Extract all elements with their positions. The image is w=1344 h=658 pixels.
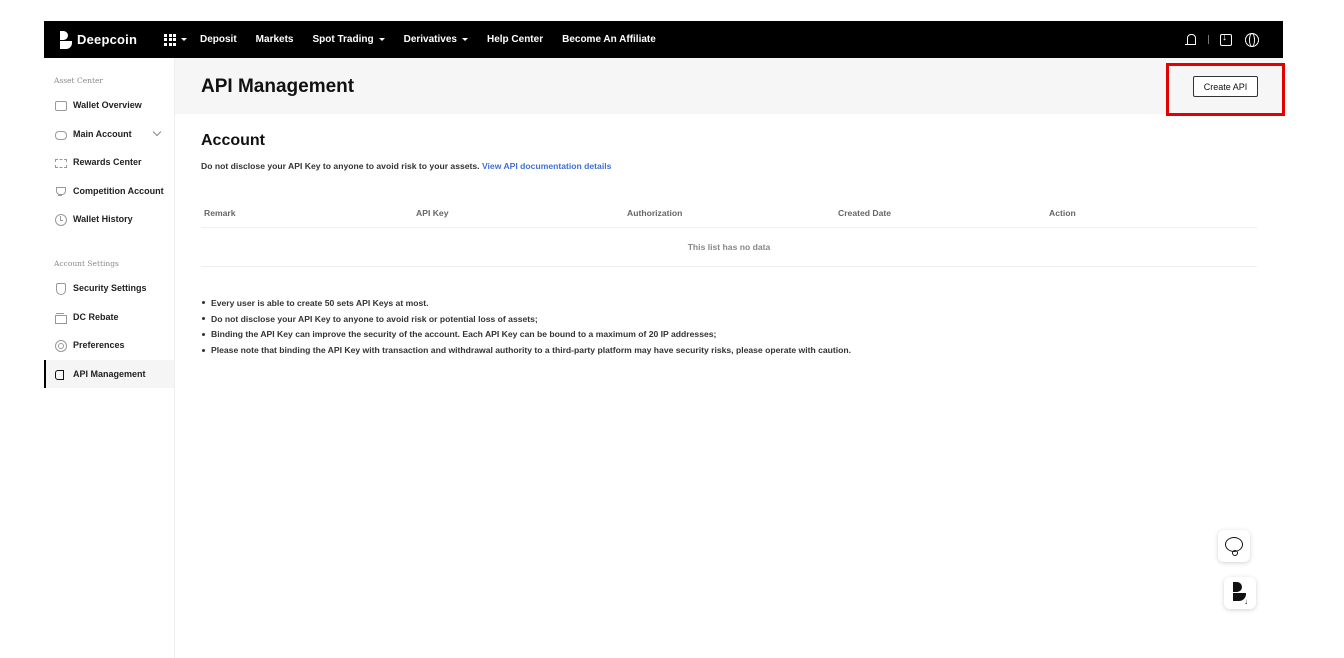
- clock-icon: [55, 213, 67, 226]
- warning-text: Do not disclose your API Key to anyone t…: [201, 161, 611, 171]
- page-title: API Management: [201, 76, 355, 97]
- notes-list: Every user is able to create 50 sets API…: [202, 295, 851, 358]
- customer-support-icon[interactable]: [1218, 530, 1250, 562]
- sidebar-item-dc-rebate[interactable]: DC Rebate: [44, 303, 174, 331]
- chevron-down-icon[interactable]: [152, 127, 162, 137]
- sidebar-item-wallet-history[interactable]: Wallet History: [44, 205, 174, 233]
- nav-derivatives-label: Derivatives: [403, 34, 457, 45]
- nav-help-center-label: Help Center: [486, 34, 544, 45]
- caret-down-icon: [378, 38, 385, 41]
- nav-spot-trading-label: Spot Trading: [312, 34, 374, 45]
- brand-name: Deepcoin: [77, 32, 138, 47]
- sidebar-item-label: Security Settings: [73, 283, 147, 293]
- caret-down-icon: [181, 38, 187, 41]
- bullet-icon: [202, 348, 205, 352]
- warning-message: Do not disclose your API Key to anyone t…: [201, 161, 480, 171]
- caret-down-icon: [461, 38, 468, 41]
- sidebar-item-label: API Management: [73, 369, 146, 379]
- create-api-button[interactable]: Create API: [1193, 76, 1258, 97]
- sidebar-item-label: Wallet History: [73, 214, 133, 224]
- list-item: Binding the API Key can improve the secu…: [202, 327, 851, 343]
- ticket-icon: [55, 157, 67, 168]
- sidebar-item-security-settings[interactable]: Security Settings: [44, 274, 174, 302]
- grid-icon: [164, 33, 176, 46]
- sidebar-item-label: Competition Account: [73, 186, 164, 196]
- column-api-key: API Key: [416, 208, 449, 218]
- divider: [1208, 35, 1209, 44]
- sidebar-item-label: DC Rebate: [73, 312, 119, 322]
- sidebar-section-account-settings: Account Settings: [54, 259, 119, 268]
- sidebar-item-label: Preferences: [73, 340, 125, 350]
- api-icon: [55, 369, 66, 380]
- sidebar-section-asset-center: Asset Center: [54, 76, 103, 85]
- sidebar-item-main-account[interactable]: Main Account: [44, 120, 174, 148]
- nav-markets-label: Markets: [255, 34, 294, 45]
- deepcoin-logo-icon: [60, 30, 72, 49]
- arrow-down-icon: ↓: [1244, 597, 1248, 606]
- bullet-icon: [202, 332, 205, 336]
- top-right-actions: [1184, 21, 1259, 58]
- nav-become-affiliate-label: Become An Affiliate: [562, 34, 656, 45]
- sidebar-item-api-management[interactable]: API Management: [44, 360, 174, 388]
- section-title: Account: [201, 132, 265, 149]
- user-icon[interactable]: [1184, 33, 1198, 47]
- gear-icon: [55, 339, 67, 352]
- sidebar-item-preferences[interactable]: Preferences: [44, 331, 174, 359]
- column-authorization: Authorization: [627, 208, 683, 218]
- list-item: Please note that binding the API Key wit…: [202, 342, 851, 358]
- sidebar-item-label: Wallet Overview: [73, 100, 142, 110]
- bullet-icon: [202, 301, 205, 305]
- sidebar-item-label: Rewards Center: [73, 157, 142, 167]
- column-remark: Remark: [204, 208, 236, 218]
- nav-spot-trading[interactable]: Spot Trading: [312, 34, 385, 45]
- deepcoin-logo[interactable]: Deepcoin: [60, 30, 150, 49]
- note-text: Binding the API Key can improve the secu…: [211, 329, 717, 340]
- main-nav: Deposit Markets Spot Trading Derivatives…: [200, 34, 675, 45]
- sidebar-item-rewards-center[interactable]: Rewards Center: [44, 148, 174, 176]
- note-text: Do not disclose your API Key to anyone t…: [211, 313, 538, 324]
- account-icon: [55, 129, 67, 140]
- gift-icon: [55, 312, 67, 324]
- trophy-icon: [55, 186, 66, 197]
- globe-icon[interactable]: [1245, 32, 1259, 47]
- shield-icon: [55, 282, 66, 295]
- nav-deposit-label: Deposit: [200, 34, 237, 45]
- nav-deposit[interactable]: Deposit: [200, 34, 237, 45]
- list-item: Do not disclose your API Key to anyone t…: [202, 311, 851, 327]
- api-doc-link[interactable]: View API documentation details: [482, 161, 611, 171]
- apps-menu-button[interactable]: [164, 33, 198, 46]
- column-action: Action: [1049, 208, 1076, 218]
- top-navbar: Deepcoin Deposit Markets Spot Trading De…: [44, 21, 1283, 58]
- nav-become-affiliate[interactable]: Become An Affiliate: [562, 34, 656, 45]
- empty-state: This list has no data: [201, 228, 1257, 267]
- nav-derivatives[interactable]: Derivatives: [404, 34, 468, 45]
- app-download-icon[interactable]: ↓: [1224, 577, 1256, 609]
- column-created-date: Created Date: [838, 208, 892, 218]
- page-header: API Management: [175, 58, 1283, 114]
- note-text: Please note that binding the API Key wit…: [211, 345, 852, 356]
- bullet-icon: [202, 317, 205, 321]
- sidebar-item-wallet-overview[interactable]: Wallet Overview: [44, 91, 174, 119]
- nav-markets[interactable]: Markets: [256, 34, 294, 45]
- download-icon[interactable]: [1219, 32, 1233, 47]
- nav-help-center[interactable]: Help Center: [487, 34, 543, 45]
- table-header: Remark API Key Authorization Created Dat…: [201, 200, 1257, 228]
- list-item: Every user is able to create 50 sets API…: [202, 295, 851, 311]
- sidebar-item-competition-account[interactable]: Competition Account: [44, 177, 174, 205]
- sidebar: Asset Center Wallet Overview Main Accoun…: [44, 58, 175, 658]
- wallet-icon: [55, 100, 67, 111]
- note-text: Every user is able to create 50 sets API…: [211, 297, 429, 308]
- sidebar-item-label: Main Account: [73, 129, 132, 139]
